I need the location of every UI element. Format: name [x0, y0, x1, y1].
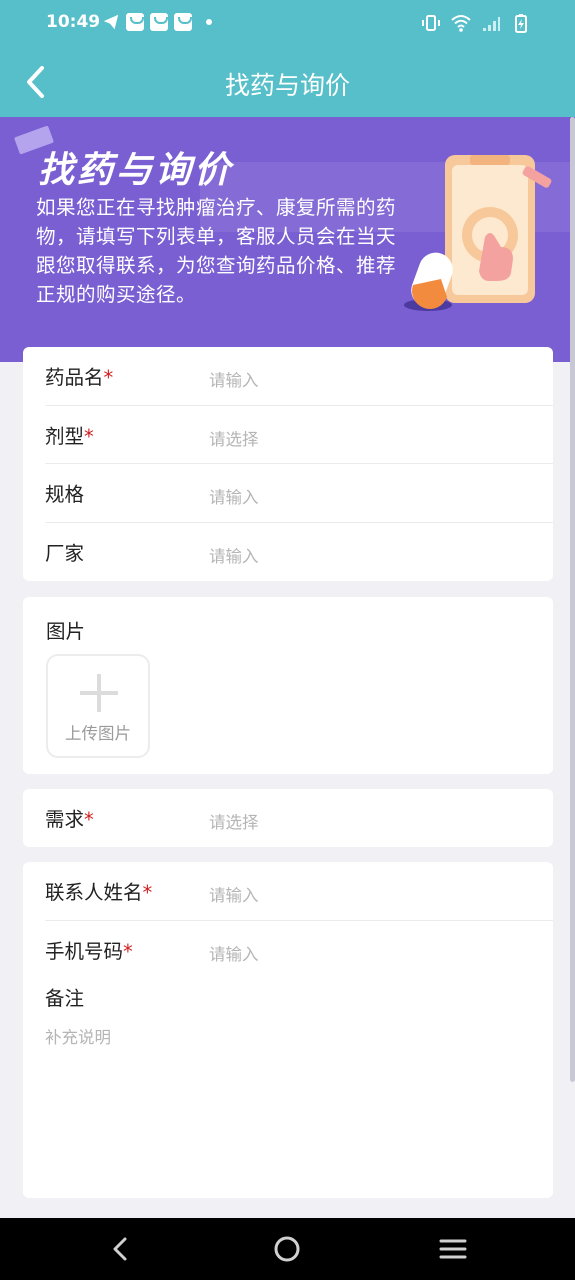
drug-name-input[interactable]: 请输入 — [209, 367, 259, 391]
demand-select[interactable]: 请选择 — [209, 809, 259, 833]
system-status-icons — [421, 13, 531, 33]
banner-description: 如果您正在寻找肿瘤治疗、康复所需的药物，请填写下列表单，客服人员会在当天跟您取得… — [36, 196, 397, 306]
image-section-title: 图片 — [46, 620, 86, 643]
contact-card: 联系人姓名* 请输入 手机号码* 请输入 备注 补充说明 — [23, 862, 553, 1198]
status-bar: 10:49 — [0, 0, 575, 48]
spec-field[interactable]: 规格 请输入 — [23, 464, 553, 523]
phone-pill-illustration-icon — [404, 155, 552, 311]
demand-card: 需求* 请选择 — [23, 789, 553, 847]
system-navigation-bar — [0, 1218, 575, 1280]
field-label: 药品名* — [45, 366, 114, 389]
shopping-bag-icon — [126, 13, 144, 31]
spec-input[interactable]: 请输入 — [209, 484, 259, 508]
intro-banner: 找药与询价 如果您正在寻找肿瘤治疗、康复所需的药物，请填写下列表单，客服人员会在… — [0, 117, 575, 362]
manufacturer-field[interactable]: 厂家 请输入 — [23, 523, 553, 582]
more-notifications-dot-icon — [206, 19, 212, 25]
status-time: 10:49 — [46, 12, 101, 32]
field-label: 规格 — [45, 483, 85, 506]
field-label: 剂型* — [45, 424, 94, 448]
banner-title: 找药与询价 — [38, 150, 234, 191]
field-label: 厂家 — [45, 541, 85, 565]
remark-textarea[interactable]: 补充说明 — [45, 1024, 531, 1184]
shopping-bag-icon — [174, 13, 192, 31]
field-label: 手机号码* — [45, 939, 133, 963]
system-home-icon[interactable] — [272, 1234, 302, 1264]
wifi-icon — [451, 15, 471, 32]
system-back-icon[interactable] — [106, 1234, 136, 1264]
dosage-form-field[interactable]: 剂型* 请选择 — [23, 406, 553, 464]
telegram-icon — [103, 14, 119, 30]
upload-image-label: 上传图片 — [65, 724, 131, 743]
scrollbar[interactable] — [570, 117, 575, 1082]
field-label: 联系人姓名* — [45, 881, 153, 904]
nav-bar: 找药与询价 — [0, 48, 575, 117]
phone-input[interactable]: 请输入 — [209, 941, 259, 965]
vibrate-icon — [422, 15, 440, 31]
demand-field[interactable]: 需求* 请选择 — [23, 789, 553, 848]
remark-label: 备注 — [45, 987, 85, 1010]
battery-charging-icon — [515, 14, 527, 33]
plus-icon — [80, 674, 118, 712]
drug-info-card: 药品名* 请输入 剂型* 请选择 规格 请输入 厂家 请输入 — [23, 347, 553, 581]
contact-name-field[interactable]: 联系人姓名* 请输入 — [23, 862, 553, 921]
shopping-bag-icon — [150, 13, 168, 31]
page-title: 找药与询价 — [224, 71, 350, 100]
signal-icon — [483, 17, 500, 31]
phone-field[interactable]: 手机号码* 请输入 — [23, 921, 553, 980]
drug-name-field[interactable]: 药品名* 请输入 — [23, 347, 553, 406]
image-card: 图片 上传图片 — [23, 597, 553, 774]
upload-image-button[interactable]: 上传图片 — [46, 654, 150, 758]
system-menu-icon[interactable] — [438, 1234, 468, 1264]
notification-icons — [102, 13, 212, 31]
field-label: 需求* — [45, 808, 94, 831]
dosage-form-select[interactable]: 请选择 — [209, 426, 259, 450]
contact-name-input[interactable]: 请输入 — [209, 882, 259, 906]
manufacturer-input[interactable]: 请输入 — [209, 543, 259, 567]
